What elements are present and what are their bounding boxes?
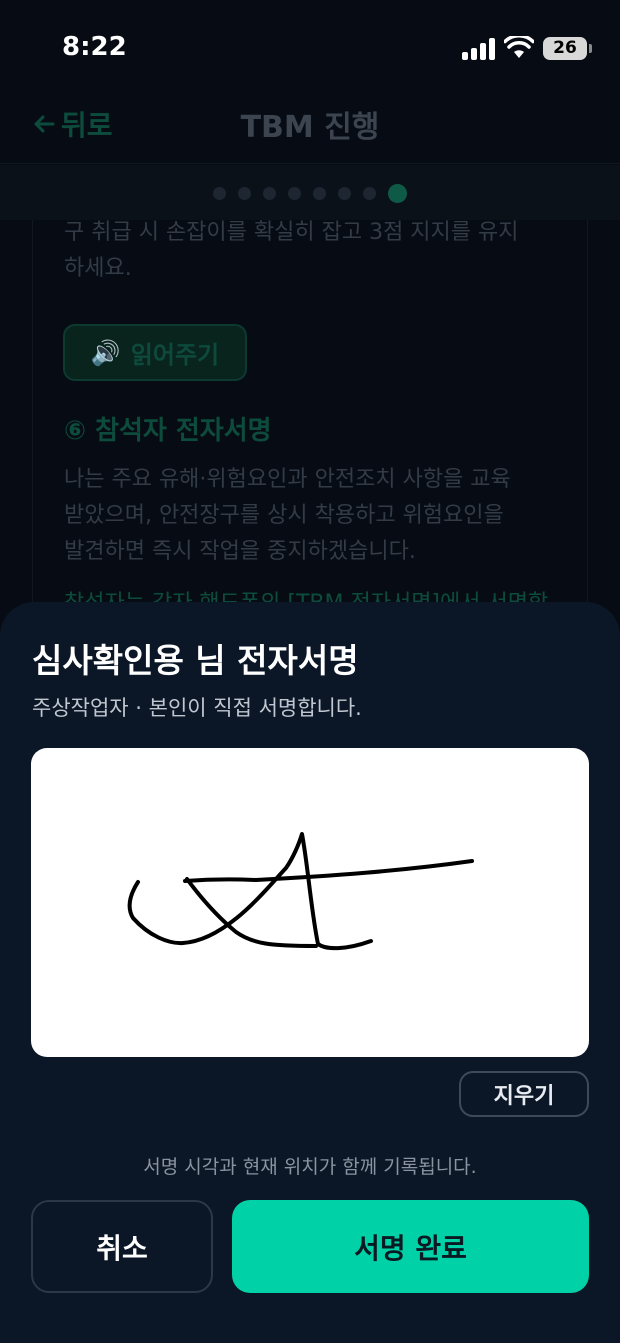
progress-dot: [263, 186, 276, 200]
progress-dot: [363, 186, 376, 200]
complete-signature-button[interactable]: 서명 완료: [232, 1200, 589, 1293]
signature-stroke: [127, 832, 474, 951]
progress-dot: [213, 186, 226, 200]
signature-pad[interactable]: [31, 748, 589, 1057]
section-title-text: 참석자 전자서명: [95, 416, 272, 446]
progress-dot: [238, 186, 251, 200]
status-bar: 8:22 26: [0, 0, 620, 96]
progress-dot: [338, 186, 351, 200]
section-title: ⑥ 참석자 전자서명: [64, 410, 272, 447]
cancel-button[interactable]: 취소: [31, 1200, 213, 1293]
read-aloud-button[interactable]: 🔊 읽어주기: [63, 324, 247, 381]
pledge-line3: 발견하면 즉시 작업을 중지하겠습니다.: [64, 539, 416, 564]
pledge-line2: 받았으며, 안전장구를 상시 착용하고 위험요인을: [64, 503, 504, 528]
read-aloud-label: 읽어주기: [130, 341, 220, 369]
signature-notice: 서명 시각과 현재 위치가 함께 기록됩니다.: [143, 1156, 477, 1178]
wifi-icon: [504, 36, 534, 58]
instruction-text-line2: 하세요.: [64, 256, 132, 281]
cellular-signal-icon: [462, 38, 498, 60]
battery-tip: [589, 44, 592, 53]
progress-dot: [313, 186, 326, 200]
pledge-line1: 나는 주요 유해·위험요인과 안전조치 사항을 교육: [64, 467, 511, 492]
instruction-text-line1: 구 취급 시 손잡이를 확실히 잡고 3점 지지를 유지: [64, 220, 519, 245]
sheet-subtitle: 주상작업자 · 본인이 직접 서명합니다.: [32, 696, 362, 720]
step-progress: [0, 180, 620, 206]
battery-icon: 26: [543, 37, 587, 60]
progress-dot: [288, 186, 301, 200]
progress-dot-active: [388, 183, 407, 203]
status-time: 8:22: [62, 32, 127, 62]
section-number: ⑥: [64, 416, 87, 446]
clear-button[interactable]: 지우기: [459, 1071, 589, 1117]
sheet-title: 심사확인용 님 전자서명: [32, 641, 359, 680]
speaker-icon: 🔊: [90, 338, 121, 367]
app-header: 뒤로 TBM 진행: [0, 96, 620, 164]
page-title: TBM 진행: [240, 110, 380, 145]
signature-sheet: 심사확인용 님 전자서명 주상작업자 · 본인이 직접 서명합니다. 지우기 서…: [0, 602, 620, 1343]
